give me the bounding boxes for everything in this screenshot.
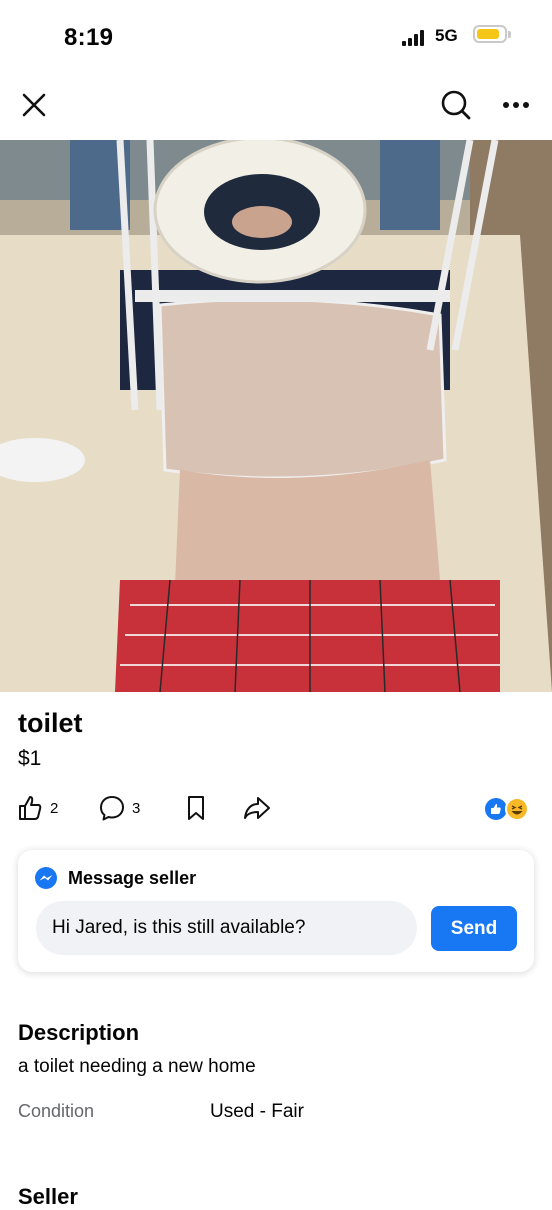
status-time: 8:19 — [64, 24, 114, 51]
description-text: a toilet needing a new home — [18, 1056, 256, 1077]
seller-heading: Seller — [18, 1184, 78, 1209]
action-row: 2 3 — [0, 790, 552, 830]
like-count: 2 — [50, 799, 59, 817]
listing-photo[interactable] — [0, 140, 552, 692]
description-heading: Description — [18, 1020, 140, 1045]
condition-label: Condition — [18, 1101, 95, 1121]
send-button[interactable]: Send — [431, 906, 517, 951]
like-button[interactable]: 2 — [16, 790, 58, 826]
message-seller-header: Message seller — [34, 866, 196, 890]
message-seller-title: Message seller — [68, 867, 197, 888]
condition-value: Used - Fair — [210, 1101, 304, 1122]
listing-price: $1 — [18, 747, 42, 770]
message-input[interactable]: Hi Jared, is this still available? — [36, 901, 417, 955]
messenger-icon — [35, 867, 57, 889]
share-icon — [244, 797, 270, 819]
close-icon — [22, 93, 46, 117]
photo-illustration — [0, 140, 552, 692]
thumbs-up-icon — [19, 796, 42, 820]
search-icon — [441, 90, 471, 120]
share-button[interactable] — [242, 790, 272, 826]
haha-reaction-icon — [505, 797, 529, 821]
message-seller-card: Message seller Hi Jared, is this still a… — [18, 850, 534, 972]
close-button[interactable] — [14, 85, 54, 125]
bookmark-icon — [188, 796, 204, 820]
top-bar — [0, 72, 552, 138]
comment-button[interactable]: 3 — [98, 790, 140, 826]
battery-icon — [473, 25, 507, 43]
comment-icon — [100, 796, 124, 821]
comment-count: 3 — [132, 799, 141, 817]
network-label: 5G — [435, 26, 458, 45]
status-bar: 8:19 5G — [0, 0, 552, 72]
battery-tip — [508, 31, 511, 38]
reaction-icons[interactable] — [484, 796, 530, 822]
more-options-button[interactable] — [496, 85, 536, 125]
save-button[interactable] — [184, 790, 208, 826]
more-dots-icon — [503, 102, 529, 108]
listing-title: toilet — [18, 708, 83, 738]
signal-icon — [402, 30, 424, 46]
search-button[interactable] — [436, 85, 476, 125]
